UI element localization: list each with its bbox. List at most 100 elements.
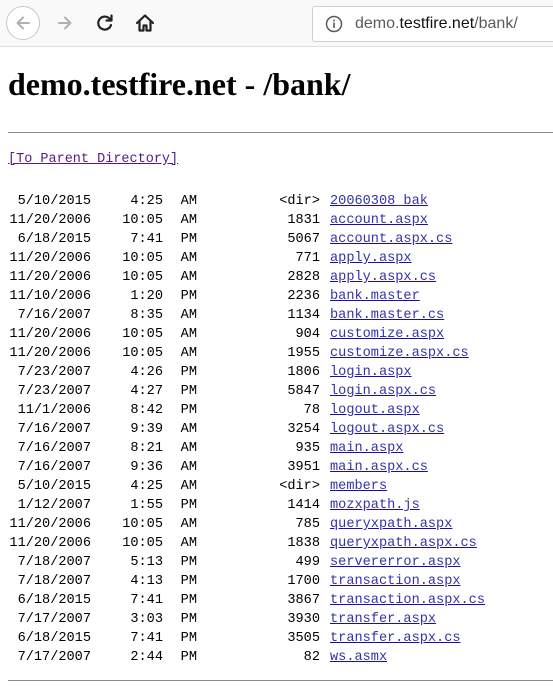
list-item: 6/18/2015 7:41 PM 3867 transaction.aspx.cs	[8, 591, 485, 610]
entry-size: 1414	[287, 498, 320, 513]
entry-link[interactable]: account.aspx	[330, 211, 428, 230]
bottom-divider	[8, 680, 553, 681]
entry-date: 5/10/2015	[17, 479, 91, 494]
entry-link[interactable]: customize.aspx	[330, 325, 444, 344]
entry-link[interactable]: transaction.aspx	[330, 572, 461, 591]
entry-size: 2828	[287, 270, 320, 285]
top-divider	[8, 132, 553, 133]
list-item: 11/1/2006 8:42 PM 78 logout.aspx	[8, 401, 485, 420]
entry-ampm: AM	[180, 213, 197, 228]
entry-date: 7/23/2007	[17, 365, 91, 380]
entry-size: 771	[295, 251, 320, 266]
entry-size: 5067	[287, 232, 320, 247]
entry-size: 1700	[287, 574, 320, 589]
list-item: 7/23/2007 4:27 PM 5847 login.aspx.cs	[8, 382, 485, 401]
url-prefix: demo.	[355, 15, 400, 32]
entry-ampm: PM	[180, 498, 197, 513]
entry-size: 1806	[287, 365, 320, 380]
entry-time: 4:25	[130, 194, 163, 209]
list-item: 7/17/2007 2:44 PM 82 ws.asmx	[8, 648, 485, 667]
entry-link[interactable]: apply.aspx.cs	[330, 268, 436, 287]
entry-link[interactable]: transfer.aspx.cs	[330, 629, 461, 648]
entry-link[interactable]: transfer.aspx	[330, 610, 436, 629]
entry-ampm: PM	[180, 289, 197, 304]
parent-directory-link[interactable]: [To Parent Directory]	[8, 152, 178, 167]
home-button[interactable]	[128, 6, 162, 40]
entry-date: 7/18/2007	[17, 574, 91, 589]
entry-link[interactable]: queryxpath.aspx.cs	[330, 534, 477, 553]
entry-link[interactable]: mozxpath.js	[330, 496, 420, 515]
address-bar[interactable]: demo.testfire.net/bank/	[312, 6, 553, 42]
entry-size: 3951	[287, 460, 320, 475]
entry-ampm: PM	[180, 403, 197, 418]
home-icon	[135, 14, 155, 32]
entry-time: 10:05	[122, 213, 163, 228]
entry-time: 10:05	[122, 327, 163, 342]
entry-ampm: PM	[180, 612, 197, 627]
entry-date: 1/12/2007	[17, 498, 91, 513]
entry-link[interactable]: main.aspx.cs	[330, 458, 428, 477]
entry-date: 7/23/2007	[17, 384, 91, 399]
entry-link[interactable]: servererror.aspx	[330, 553, 461, 572]
entry-link[interactable]: members	[330, 477, 387, 496]
entry-link[interactable]: apply.aspx	[330, 249, 412, 268]
entry-time: 1:20	[130, 289, 163, 304]
forward-button[interactable]	[48, 6, 82, 40]
entry-ampm: AM	[180, 441, 197, 456]
entry-link[interactable]: logout.aspx.cs	[330, 420, 444, 439]
entry-date: 7/16/2007	[17, 441, 91, 456]
entry-time: 7:41	[130, 631, 163, 646]
entry-time: 10:05	[122, 251, 163, 266]
entry-ampm: AM	[180, 346, 197, 361]
entry-size: 3867	[287, 593, 320, 608]
entry-date: 11/20/2006	[9, 517, 91, 532]
entry-link[interactable]: account.aspx.cs	[330, 230, 452, 249]
entry-date: 11/1/2006	[17, 403, 91, 418]
entry-link[interactable]: login.aspx	[330, 363, 412, 382]
list-item: 11/20/2006 10:05 AM 1955 customize.aspx.cs	[8, 344, 485, 363]
entry-date: 11/10/2006	[9, 289, 91, 304]
entry-ampm: PM	[180, 593, 197, 608]
entry-time: 4:26	[130, 365, 163, 380]
list-item: 11/20/2006 10:05 AM 904 customize.aspx	[8, 325, 485, 344]
entry-link[interactable]: queryxpath.aspx	[330, 515, 452, 534]
arrow-right-icon	[58, 16, 72, 30]
entry-link[interactable]: ws.asmx	[330, 648, 387, 667]
page-content: demo.testfire.net - /bank/ [To Parent Di…	[8, 46, 553, 681]
entry-date: 6/18/2015	[17, 593, 91, 608]
list-item: 11/20/2006 10:05 AM 2828 apply.aspx.cs	[8, 268, 485, 287]
entry-size: 1134	[287, 308, 320, 323]
info-icon[interactable]	[325, 15, 343, 33]
entry-size: 1955	[287, 346, 320, 361]
list-item: 7/18/2007 4:13 PM 1700 transaction.aspx	[8, 572, 485, 591]
entry-link[interactable]: 20060308_bak	[330, 192, 428, 211]
entry-time: 1:55	[130, 498, 163, 513]
entry-link[interactable]: main.aspx	[330, 439, 403, 458]
entry-size: 785	[295, 517, 320, 532]
entry-link[interactable]: transaction.aspx.cs	[330, 591, 485, 610]
entry-time: 8:21	[130, 441, 163, 456]
entry-time: 10:05	[122, 536, 163, 551]
entry-link[interactable]: bank.master.cs	[330, 306, 444, 325]
list-item: 6/18/2015 7:41 PM 3505 transfer.aspx.cs	[8, 629, 485, 648]
entry-link[interactable]: login.aspx.cs	[330, 382, 436, 401]
entry-date: 5/10/2015	[17, 194, 91, 209]
list-item: 11/20/2006 10:05 AM 771 apply.aspx	[8, 249, 485, 268]
entry-link[interactable]: logout.aspx	[330, 401, 420, 420]
reload-button[interactable]	[88, 6, 122, 40]
entry-size: 5847	[287, 384, 320, 399]
entry-link[interactable]: customize.aspx.cs	[330, 344, 469, 363]
reload-icon	[97, 14, 113, 31]
entry-ampm: AM	[180, 270, 197, 285]
entry-time: 10:05	[122, 346, 163, 361]
entry-size: 3930	[287, 612, 320, 627]
list-item: 11/20/2006 10:05 AM 785 queryxpath.aspx	[8, 515, 485, 534]
entry-time: 10:05	[122, 270, 163, 285]
entry-date: 7/16/2007	[17, 460, 91, 475]
entry-ampm: AM	[180, 194, 197, 209]
entry-link[interactable]: bank.master	[330, 287, 420, 306]
url-path: /bank/	[474, 15, 518, 32]
entry-ampm: AM	[180, 251, 197, 266]
back-button[interactable]	[6, 6, 40, 40]
page-title: demo.testfire.net - /bank/	[8, 66, 351, 102]
